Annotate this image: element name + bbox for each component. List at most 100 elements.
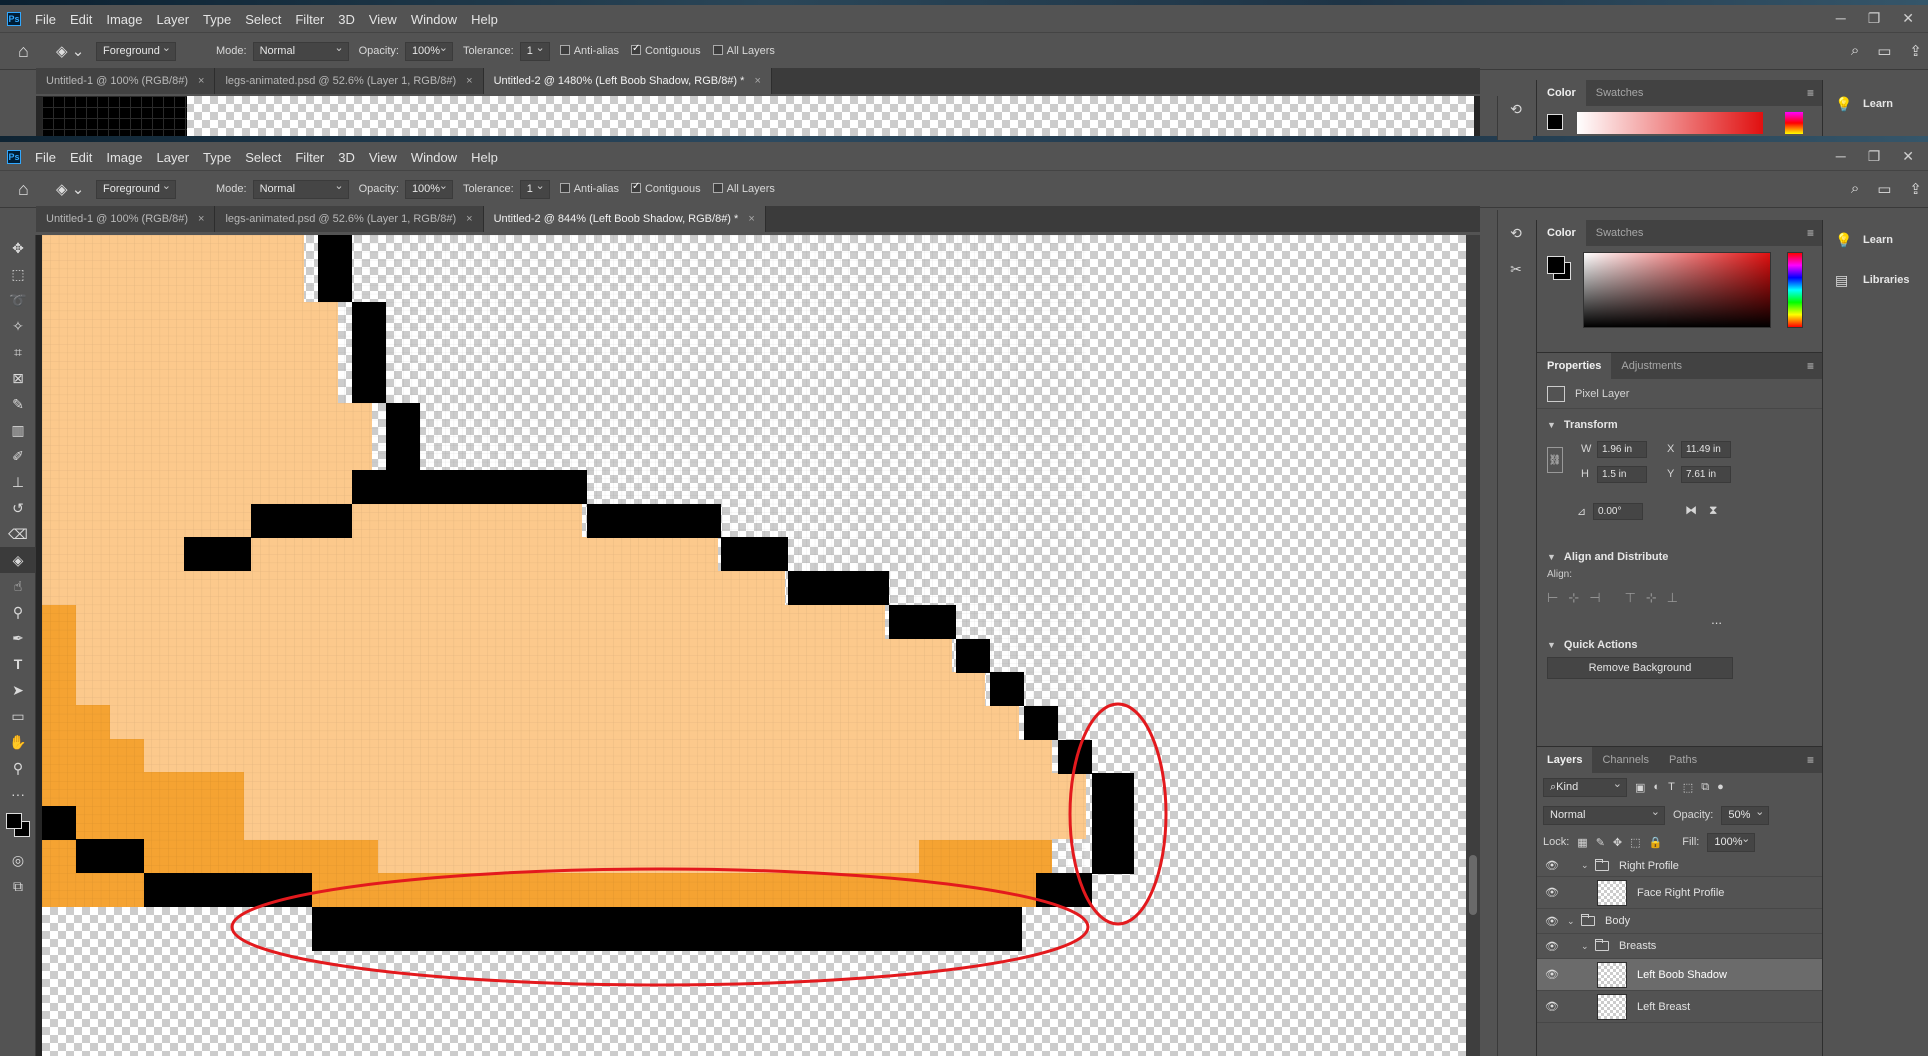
menu-layer[interactable]: Layer [157,150,190,165]
align-center-h-icon[interactable]: ⊹ [1568,590,1579,606]
fg-color-chip[interactable] [1547,114,1563,130]
lock-all-icon[interactable]: 🔒 [1649,836,1663,849]
layer-row[interactable]: 👁 ⌄ Breasts [1537,934,1822,959]
filter-kind-dropdown[interactable]: ⌕ Kind [1543,777,1627,797]
color-picker-field[interactable] [1583,252,1771,328]
tab-untitled-2-top[interactable]: Untitled-2 @ 1480% (Left Boob Shadow, RG… [483,68,772,94]
fill-source-dropdown[interactable]: Foreground [96,41,176,61]
history-icon[interactable]: ⟲ [1498,96,1534,122]
panel-menu-icon[interactable]: ≡ [1807,226,1814,240]
menu-select[interactable]: Select [245,150,281,165]
menu-edit[interactable]: Edit [70,12,92,27]
menu-filter[interactable]: Filter [295,12,324,27]
close-icon[interactable]: × [754,75,760,87]
width-field[interactable]: 1.96 in [1597,441,1647,458]
chevron-down-icon[interactable]: ⌄ [1581,941,1595,952]
menu-view[interactable]: View [369,12,397,27]
smudge-tool-icon[interactable]: ☝ [0,573,36,599]
quick-actions-section[interactable]: ▼ Quick Actions [1537,633,1822,657]
paint-bucket-tool-icon[interactable]: ◈ [0,547,36,573]
layer-row[interactable]: 👁 ⌄ Body [1537,909,1822,934]
menu-image[interactable]: Image [106,12,142,27]
brush-tool-icon[interactable]: ✐ [0,443,36,469]
eye-icon[interactable]: 👁 [1537,859,1567,872]
stamp-tool-icon[interactable]: ⊥ [0,469,36,495]
color-swatches[interactable] [0,807,36,847]
opacity-field[interactable]: 100% [404,41,453,61]
angle-field[interactable]: 0.00° [1593,503,1643,520]
align-top-icon[interactable]: ⊤ [1625,590,1636,606]
anti-alias-checkbox[interactable]: Anti-alias [559,45,619,57]
home-icon[interactable]: ⌂ [18,42,38,60]
crop-tool-icon[interactable]: ⌗ [0,339,36,365]
y-field[interactable]: 7.61 in [1681,466,1731,483]
menu-help[interactable]: Help [471,150,498,165]
workspace-icon[interactable]: ▭ [1877,180,1891,198]
tab-paths[interactable]: Paths [1659,747,1707,773]
lock-transparent-icon[interactable]: ▦ [1577,836,1587,849]
menu-image[interactable]: Image [106,150,142,165]
quick-mask-icon[interactable]: ◎ [0,847,36,873]
close-icon[interactable]: × [198,75,204,87]
flip-horizontal-icon[interactable]: ⧓ [1685,503,1697,517]
menu-window[interactable]: Window [411,150,457,165]
menu-filter[interactable]: Filter [295,150,324,165]
minimize-icon[interactable]: ─ [1836,148,1846,165]
tools-panel-icon[interactable]: ✂ [1498,256,1534,282]
share-icon[interactable]: ⇪ [1909,42,1922,60]
tab-swatches[interactable]: Swatches [1586,220,1654,246]
search-icon[interactable]: ⌕ [1851,42,1859,60]
libraries-button[interactable]: ▤ Libraries [1823,260,1928,300]
paint-bucket-icon[interactable]: ◈ ⌄ [56,180,86,198]
share-icon[interactable]: ⇪ [1909,180,1922,198]
tab-untitled-1-top[interactable]: Untitled-1 @ 100% (RGB/8#) × [36,68,216,94]
eyedropper-tool-icon[interactable]: ✎ [0,391,36,417]
canvas-scrollbar[interactable] [1466,235,1480,1056]
layer-row[interactable]: 👁 ⌄ Right Profile [1537,855,1822,877]
paint-bucket-icon[interactable]: ◈ ⌄ [56,42,86,60]
restore-icon[interactable]: ❐ [1868,10,1881,27]
tolerance-field[interactable]: 1 [519,179,550,199]
workspace-icon[interactable]: ▭ [1877,42,1891,60]
document-canvas[interactable] [42,235,1474,1056]
magic-wand-tool-icon[interactable]: ✧ [0,313,36,339]
align-left-icon[interactable]: ⊢ [1547,590,1558,606]
filter-adjustment-icon[interactable]: ◐ [1653,781,1660,793]
contiguous-checkbox[interactable]: Contiguous [630,181,701,195]
filter-toggle-icon[interactable]: ● [1717,781,1724,793]
align-bottom-icon[interactable]: ⊥ [1667,590,1678,606]
filter-pixel-icon[interactable]: ▣ [1635,781,1645,794]
align-right-icon[interactable]: ⊣ [1589,590,1600,606]
canvas-top[interactable] [36,96,1480,136]
canvas-area[interactable] [36,235,1480,1056]
align-center-v-icon[interactable]: ⊹ [1646,590,1657,606]
marquee-tool-icon[interactable]: ⬚ [0,261,36,287]
pen-tool-icon[interactable]: ✒ [0,625,36,651]
menu-select[interactable]: Select [245,12,281,27]
fill-source-dropdown[interactable]: Foreground [96,179,176,199]
layer-opacity-field[interactable]: 50% [1721,805,1770,825]
tab-legs-animated[interactable]: legs-animated.psd @ 52.6% (Layer 1, RGB/… [215,206,484,232]
healing-tool-icon[interactable]: ▥ [0,417,36,443]
lock-artboard-icon[interactable]: ⬚ [1630,836,1640,849]
mode-dropdown[interactable]: Normal [252,179,349,199]
menu-view[interactable]: View [369,150,397,165]
move-tool-icon[interactable]: ✥ [0,235,36,261]
zoom-tool-icon[interactable]: ⚲ [0,755,36,781]
filter-smart-icon[interactable]: ⧉ [1701,781,1709,794]
history-brush-tool-icon[interactable]: ↺ [0,495,36,521]
hue-slider[interactable] [1787,252,1803,328]
close-icon[interactable]: ✕ [1902,148,1914,165]
dodge-tool-icon[interactable]: ⚲ [0,599,36,625]
filter-shape-icon[interactable]: ⬚ [1683,781,1693,794]
hand-tool-icon[interactable]: ✋ [0,729,36,755]
height-field[interactable]: 1.5 in [1597,466,1647,483]
menu-3d[interactable]: 3D [338,12,355,27]
foreground-color-icon[interactable] [6,813,22,829]
panel-menu-icon[interactable]: ≡ [1807,753,1814,767]
menu-layer[interactable]: Layer [157,12,190,27]
layer-row-selected[interactable]: 👁 Left Boob Shadow [1537,959,1822,991]
eye-icon[interactable]: 👁 [1537,1000,1567,1013]
minimize-icon[interactable]: ─ [1836,10,1846,27]
screen-mode-icon[interactable]: ⧉ [0,873,36,899]
